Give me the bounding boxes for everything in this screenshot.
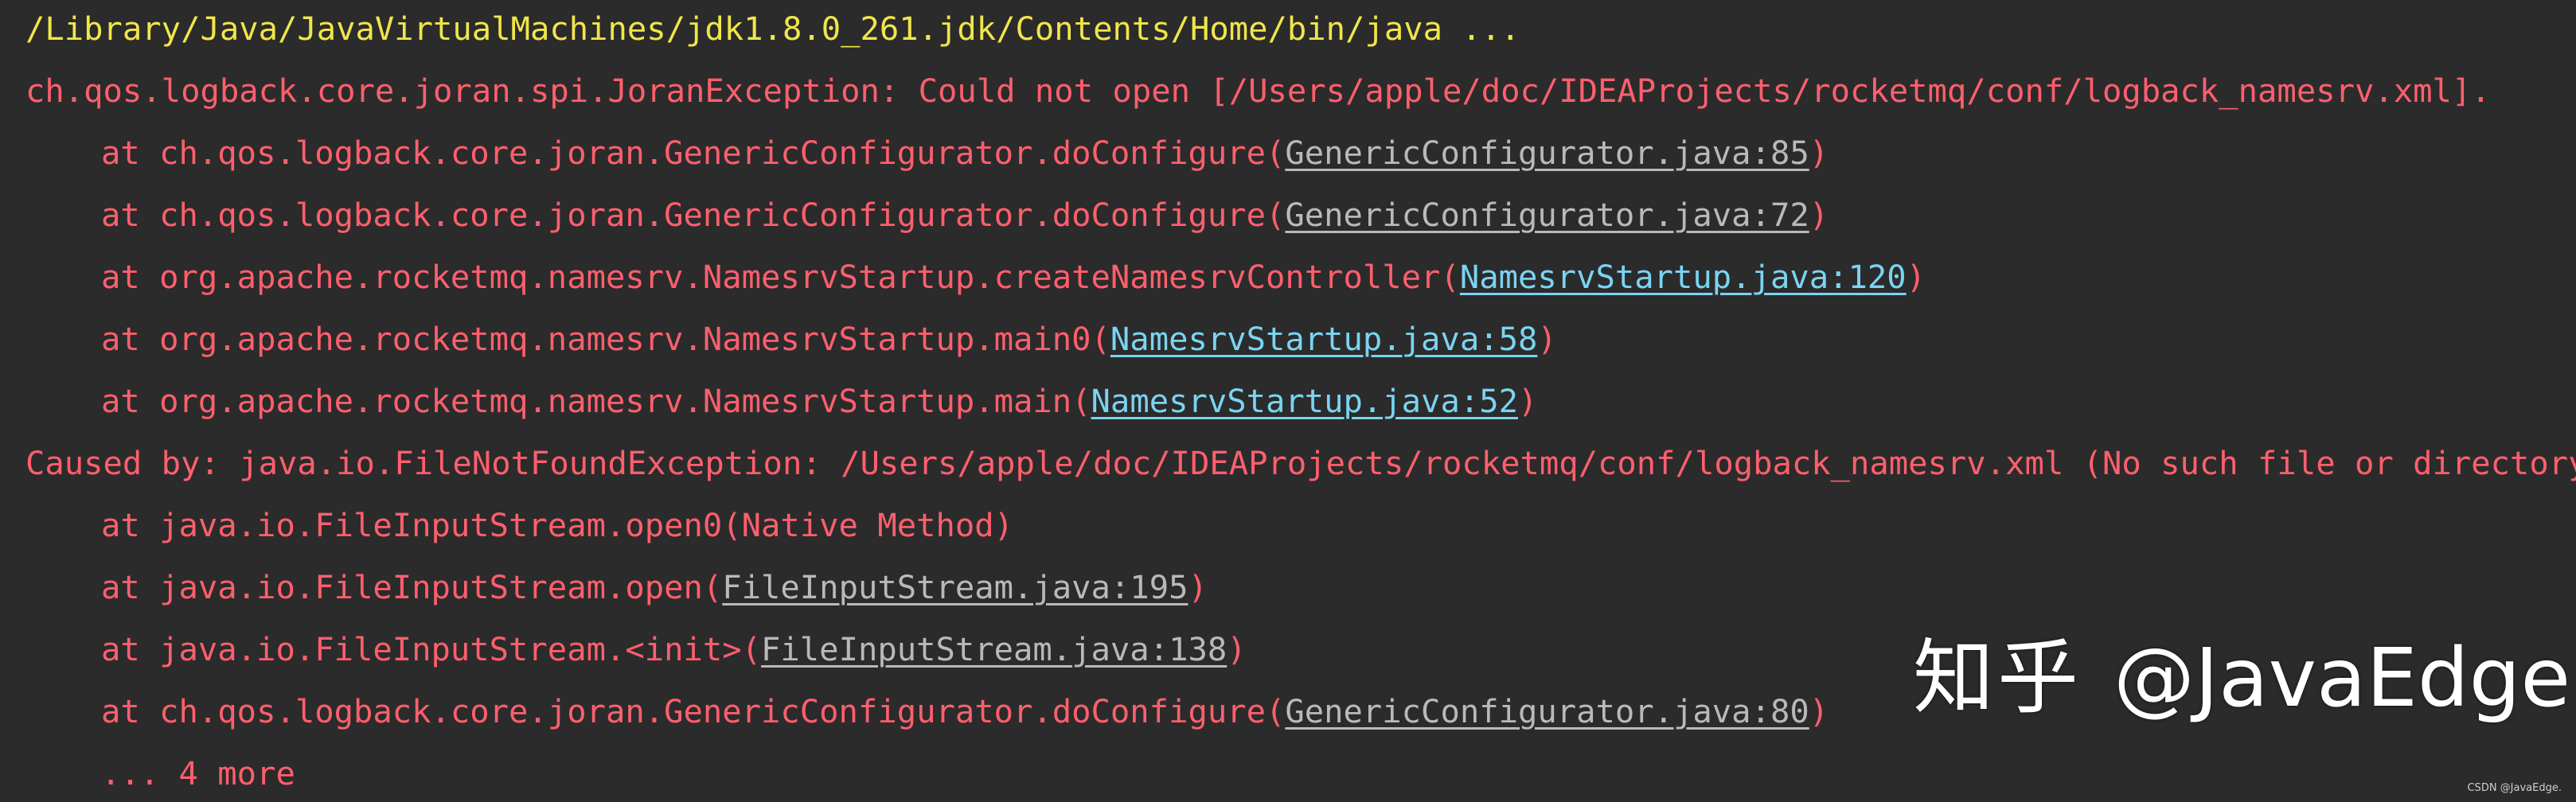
- source-link[interactable]: NamesrvStartup.java:52: [1091, 382, 1518, 420]
- source-link[interactable]: FileInputStream.java:138: [761, 630, 1227, 668]
- stack-frame: at java.io.FileInputStream.open0(Native …: [101, 504, 1013, 546]
- stack-frame: at org.apache.rocketmq.namesrv.NamesrvSt…: [101, 256, 1926, 298]
- frame-suffix: ): [1809, 196, 1829, 234]
- frame-text: at org.apache.rocketmq.namesrv.NamesrvSt…: [101, 382, 1091, 420]
- frame-suffix: ): [1809, 692, 1829, 730]
- frame-suffix: ): [1809, 134, 1829, 172]
- frame-text: at java.io.FileInputStream.open(: [101, 568, 723, 606]
- more-frames-line: ... 4 more: [101, 754, 295, 792]
- frame-suffix: ): [1906, 258, 1926, 296]
- watermark: 知乎 @JavaEdge: [1913, 635, 2570, 722]
- zhihu-logo: 知乎: [1913, 631, 2082, 726]
- run-command-line: /Library/Java/JavaVirtualMachines/jdk1.8…: [25, 10, 1520, 48]
- exception-line: ch.qos.logback.core.joran.spi.JoranExcep…: [25, 72, 2491, 110]
- stack-frame: at org.apache.rocketmq.namesrv.NamesrvSt…: [101, 318, 1557, 360]
- stack-frame: at ch.qos.logback.core.joran.GenericConf…: [101, 194, 1829, 236]
- source-link[interactable]: NamesrvStartup.java:58: [1110, 320, 1537, 358]
- source-link[interactable]: FileInputStream.java:195: [722, 568, 1188, 606]
- credit-text: CSDN @JavaEdge.: [2467, 782, 2562, 794]
- frame-text: at ch.qos.logback.core.joran.GenericConf…: [101, 196, 1286, 234]
- source-link[interactable]: GenericConfigurator.java:80: [1285, 692, 1809, 730]
- stack-frame: at java.io.FileInputStream.<init>(FileIn…: [101, 629, 1247, 670]
- watermark-handle: @JavaEdge: [2113, 631, 2571, 726]
- frame-text: at java.io.FileInputStream.open0(Native …: [101, 506, 1014, 544]
- frame-suffix: ): [1537, 320, 1557, 358]
- source-link[interactable]: NamesrvStartup.java:120: [1460, 258, 1907, 296]
- frame-text: at ch.qos.logback.core.joran.GenericConf…: [101, 692, 1286, 730]
- frame-text: at org.apache.rocketmq.namesrv.NamesrvSt…: [101, 320, 1110, 358]
- stack-frame: at ch.qos.logback.core.joran.GenericConf…: [101, 691, 1829, 732]
- frame-text: at org.apache.rocketmq.namesrv.NamesrvSt…: [101, 258, 1460, 296]
- frame-suffix: ): [1517, 382, 1538, 420]
- frame-suffix: ): [1227, 630, 1247, 668]
- frame-text: at java.io.FileInputStream.<init>(: [101, 630, 762, 668]
- frame-suffix: ): [1188, 568, 1208, 606]
- caused-by-line: Caused by: java.io.FileNotFoundException…: [25, 444, 2576, 482]
- stack-frame: at java.io.FileInputStream.open(FileInpu…: [101, 566, 1208, 608]
- stack-frame: at org.apache.rocketmq.namesrv.NamesrvSt…: [101, 380, 1537, 422]
- source-link[interactable]: GenericConfigurator.java:85: [1285, 134, 1809, 172]
- frame-text: at ch.qos.logback.core.joran.GenericConf…: [101, 134, 1286, 172]
- stack-frame: at ch.qos.logback.core.joran.GenericConf…: [101, 132, 1829, 173]
- source-link[interactable]: GenericConfigurator.java:72: [1285, 196, 1809, 234]
